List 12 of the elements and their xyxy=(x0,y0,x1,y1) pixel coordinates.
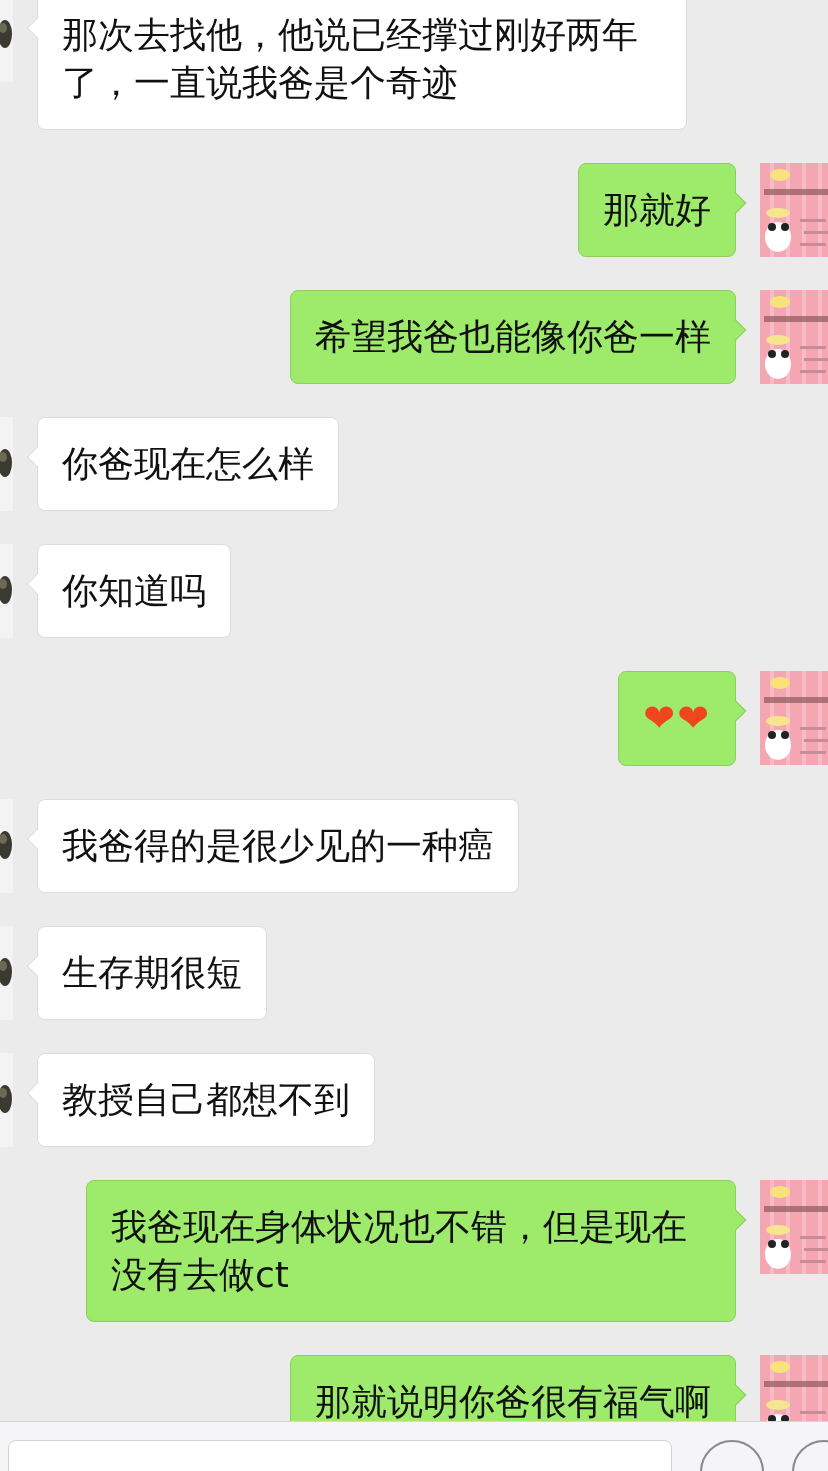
message-bubble: 你知道吗 xyxy=(37,544,231,638)
message-bubble: 那次去找他，他说已经撑过刚好两年了，一直说我爸是个奇迹 xyxy=(37,0,687,130)
message-bubble: 希望我爸也能像你爸一样 xyxy=(290,290,736,384)
message-bubble: 那就说明你爸很有福气啊 xyxy=(290,1355,736,1421)
message-input-field[interactable] xyxy=(8,1440,672,1471)
message-bubble: 那就好 xyxy=(578,163,736,257)
message-bubble: 我爸得的是很少见的一种癌 xyxy=(37,799,519,893)
message-bubble: ❤❤ xyxy=(618,671,736,766)
message-bubble: 你爸现在怎么样 xyxy=(37,417,339,511)
message-bubble: 生存期很短 xyxy=(37,926,267,1020)
message-bubble: 教授自己都想不到 xyxy=(37,1053,375,1147)
message-bubble: 我爸现在身体状况也不错，但是现在没有去做ct xyxy=(86,1180,736,1322)
